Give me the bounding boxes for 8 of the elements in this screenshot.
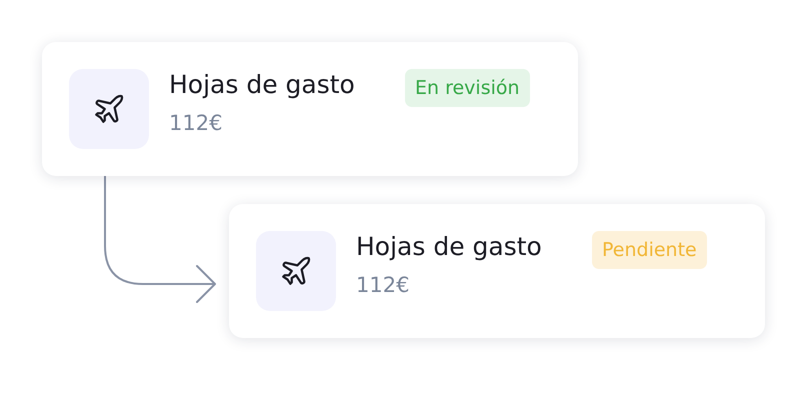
card-title: Hojas de gasto (169, 70, 356, 99)
airplane-icon (92, 92, 126, 126)
amount-text: 112€ (356, 273, 410, 297)
airplane-icon (279, 254, 313, 288)
status-badge: En revisión (405, 69, 530, 107)
card-title: Hojas de gasto (356, 232, 543, 261)
amount-text: 112€ (169, 111, 224, 135)
status-badge: Pendiente (592, 231, 707, 269)
